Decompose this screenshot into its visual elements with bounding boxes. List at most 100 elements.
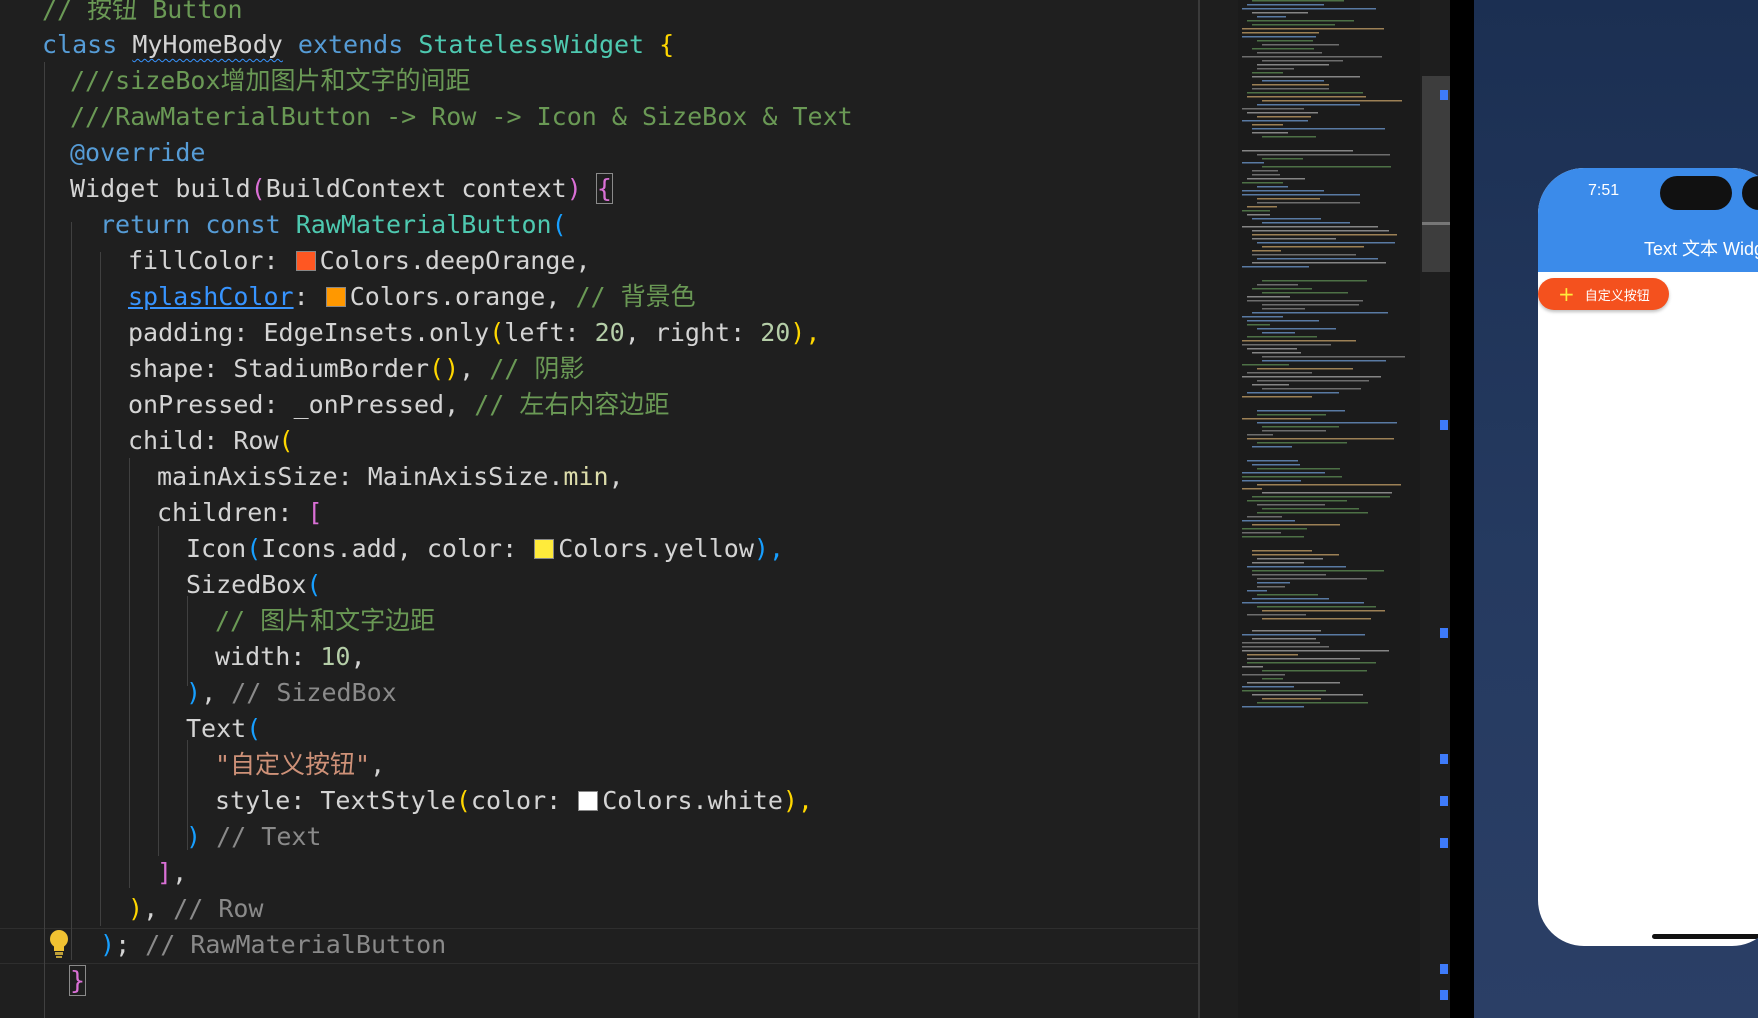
minimap-line [1257, 52, 1322, 54]
code-number: 20 [760, 318, 791, 347]
code-line[interactable]: style: TextStyle(color: Colors.white), [215, 783, 813, 819]
appbar-title: Text 文本 Widget [1644, 239, 1758, 259]
code-comment: // 图片和文字边距 [215, 606, 436, 635]
minimap-line [1247, 320, 1319, 322]
code-line[interactable]: ); // RawMaterialButton [100, 927, 446, 963]
code-token: ( [306, 570, 322, 599]
code-line[interactable]: Text( [186, 711, 261, 747]
minimap-line [1247, 662, 1376, 664]
code-token: Colors.white [602, 786, 783, 815]
minimap-slider[interactable] [1422, 76, 1450, 272]
code-line[interactable]: width: 10, [215, 639, 366, 675]
minimap-line [1242, 602, 1364, 604]
minimap-line [1262, 246, 1364, 248]
code-token: , right: [624, 318, 761, 347]
minimap-code [1242, 0, 1405, 708]
custom-button[interactable]: + 自定义按钮 [1538, 278, 1669, 310]
code-line[interactable]: Widget build(BuildContext context) { [70, 171, 613, 207]
matched-bracket: } [68, 965, 87, 996]
minimap-line [1252, 230, 1389, 232]
code-string: "自定义按钮" [215, 750, 371, 779]
minimap-line [1242, 480, 1301, 482]
code-line[interactable]: @override [70, 135, 205, 171]
code-line[interactable]: onPressed: _onPressed, // 左右内容边距 [128, 387, 669, 423]
code-link[interactable]: splashColor [128, 282, 294, 311]
code-line[interactable]: return const RawMaterialButton( [100, 207, 567, 243]
code-token: min [563, 462, 609, 491]
minimap-line [1262, 308, 1305, 310]
minimap-line [1252, 524, 1340, 526]
minimap-line [1262, 166, 1391, 168]
code-token: ) [566, 174, 582, 203]
code-line[interactable]: mainAxisSize: MainAxisSize.min, [157, 459, 624, 495]
minimap-line [1242, 344, 1331, 346]
minimap-line [1242, 210, 1270, 212]
code-line[interactable]: ///RawMaterialButton -> Row -> Icon & Si… [70, 99, 853, 135]
code-token: , [172, 858, 188, 887]
code-editor[interactable]: // 按钮 Button class MyHomeBody extends St… [0, 0, 1198, 1018]
color-swatch-orange[interactable] [325, 287, 346, 307]
code-line[interactable]: ) // Text [186, 819, 321, 855]
code-line[interactable]: fillColor: Colors.deepOrange, [128, 243, 591, 279]
code-token: ), [753, 534, 784, 563]
minimap[interactable] [1238, 0, 1420, 1018]
code-line[interactable]: class MyHomeBody extends StatelessWidget… [42, 27, 674, 63]
minimap-line [1247, 434, 1273, 436]
color-swatch-yellow[interactable] [534, 539, 555, 559]
minimap-line [1242, 642, 1320, 644]
minimap-line [1252, 128, 1385, 130]
code-line[interactable]: children: [ [157, 495, 323, 531]
minimap-line [1247, 566, 1346, 568]
code-comment: ///sizeBox增加图片和文字的间距 [70, 66, 471, 95]
minimap-line [1257, 442, 1347, 444]
code-token: color: [470, 786, 577, 815]
code-line[interactable]: padding: EdgeInsets.only(left: 20, right… [128, 315, 820, 351]
minimap-line [1242, 376, 1381, 378]
code-line[interactable]: // 按钮 Button [42, 0, 243, 28]
code-token: ( [250, 174, 266, 203]
minimap-line [1257, 414, 1326, 416]
minimap-line [1252, 24, 1335, 26]
code-line[interactable]: Icon(Icons.add, color: Colors.yellow), [186, 531, 784, 567]
minimap-line [1262, 136, 1316, 138]
minimap-line [1247, 96, 1366, 98]
minimap-line [1242, 528, 1307, 530]
phone-simulator[interactable]: 7:51 Text 文本 Widget + 自定义按钮 [1538, 168, 1758, 946]
minimap-line [1247, 392, 1339, 394]
code-line[interactable]: "自定义按钮", [215, 747, 385, 783]
minimap-line [1242, 226, 1378, 228]
code-line[interactable]: } [68, 963, 87, 999]
code-line[interactable]: shape: StadiumBorder(), // 阴影 [128, 351, 584, 387]
minimap-line [1252, 630, 1321, 632]
lightbulb-icon[interactable] [48, 929, 70, 959]
minimap-line [1257, 558, 1323, 560]
code-line[interactable]: ), // SizedBox [186, 675, 397, 711]
minimap-line [1262, 158, 1303, 160]
code-line[interactable]: splashColor: Colors.orange, // 背景色 [128, 279, 696, 315]
color-swatch-deep-orange[interactable] [295, 251, 316, 271]
minimap-line [1252, 218, 1321, 220]
code-token: ( [278, 426, 294, 455]
minimap-line [1262, 292, 1348, 294]
minimap-line [1247, 372, 1312, 374]
code-line[interactable]: child: Row( [128, 423, 294, 459]
code-comment: // Text [216, 822, 322, 851]
minimap-line [1247, 682, 1340, 684]
minimap-line [1242, 520, 1295, 522]
minimap-line [1252, 88, 1329, 90]
minimap-line [1242, 686, 1294, 688]
code-line[interactable]: ), // Row [128, 891, 263, 927]
code-line[interactable]: ///sizeBox增加图片和文字的间距 [70, 63, 471, 99]
code-token: StatelessWidget [418, 30, 645, 59]
code-token: ( [246, 714, 262, 743]
code-token: , [459, 354, 490, 383]
color-swatch-white[interactable] [578, 791, 599, 811]
minimap-line [1257, 104, 1360, 106]
minimap-line [1247, 112, 1318, 114]
custom-button-label: 自定义按钮 [1584, 288, 1650, 304]
code-line[interactable]: ], [157, 855, 187, 891]
code-token: children: [157, 498, 308, 527]
code-line[interactable]: // 图片和文字边距 [215, 603, 435, 639]
code-line[interactable]: SizedBox( [186, 567, 321, 603]
